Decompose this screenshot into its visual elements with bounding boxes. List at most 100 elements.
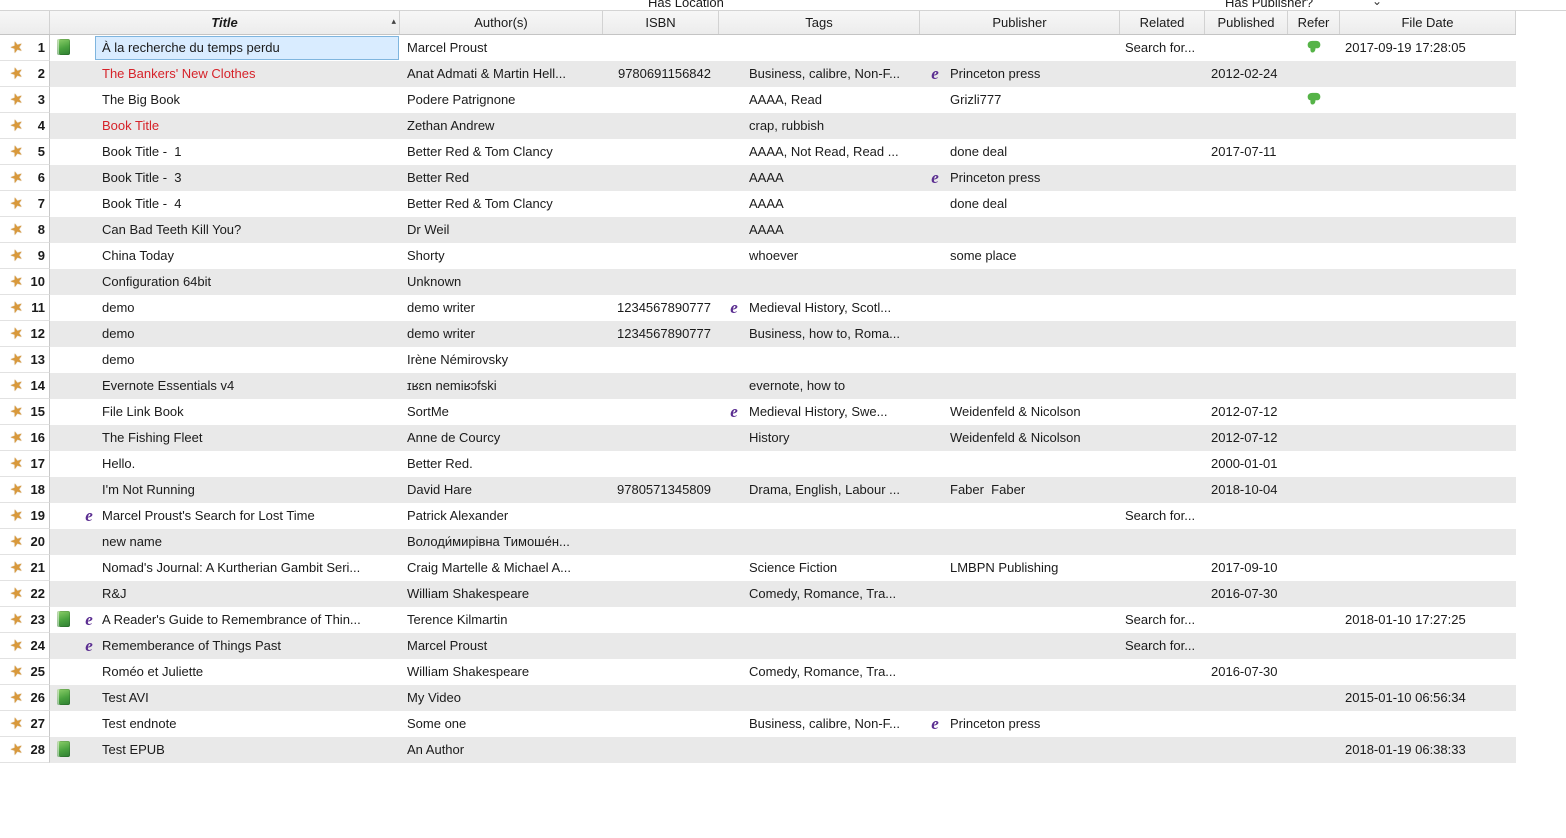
cell-refer[interactable] <box>1288 633 1340 659</box>
cell-tags[interactable]: AAAA, Not Read, Read ... <box>719 139 920 165</box>
cell-tags[interactable] <box>719 633 920 659</box>
cell-publisher[interactable]: Weidenfeld & Nicolson <box>920 399 1120 425</box>
cell-refer[interactable] <box>1288 607 1340 633</box>
cell-isbn[interactable] <box>603 659 719 685</box>
cell-file-date[interactable] <box>1340 165 1516 191</box>
cell-title[interactable]: Can Bad Teeth Kill You? <box>50 217 400 243</box>
cell-file-date[interactable] <box>1340 581 1516 607</box>
cell-publisher[interactable]: e Princeton press <box>920 165 1120 191</box>
table-row[interactable]: ★ 10 Configuration 64bit Unknown <box>0 269 1516 295</box>
cell-refer[interactable] <box>1288 61 1340 87</box>
cell-published[interactable] <box>1205 607 1288 633</box>
cell-related[interactable] <box>1120 373 1205 399</box>
cell-author[interactable]: Marcel Proust <box>400 633 603 659</box>
cell-tags[interactable]: Business, how to, Roma... <box>719 321 920 347</box>
cell-file-date[interactable] <box>1340 295 1516 321</box>
cell-title[interactable]: China Today <box>50 243 400 269</box>
table-row[interactable]: ★ 8 Can Bad Teeth Kill You? Dr Weil AAAA <box>0 217 1516 243</box>
column-header-publisher[interactable]: Publisher <box>920 11 1120 34</box>
cell-isbn[interactable] <box>603 581 719 607</box>
table-row[interactable]: ★ 11 demo demo writer 1234567890777 e Me… <box>0 295 1516 321</box>
cell-isbn[interactable]: 9780571345809 <box>603 477 719 503</box>
cell-published[interactable] <box>1205 243 1288 269</box>
cell-refer[interactable] <box>1288 529 1340 555</box>
cell-file-date[interactable] <box>1340 529 1516 555</box>
table-row[interactable]: ★ 12 demo demo writer 1234567890777 Busi… <box>0 321 1516 347</box>
cell-author[interactable]: Unknown <box>400 269 603 295</box>
cell-tags[interactable]: AAAA <box>719 217 920 243</box>
cell-publisher[interactable]: done deal <box>920 191 1120 217</box>
cell-tags[interactable] <box>719 607 920 633</box>
cell-isbn[interactable] <box>603 243 719 269</box>
row-header[interactable]: ★ 20 <box>0 529 50 555</box>
cell-tags[interactable]: Comedy, Romance, Tra... <box>719 581 920 607</box>
row-header[interactable]: ★ 9 <box>0 243 50 269</box>
cell-published[interactable] <box>1205 295 1288 321</box>
cell-published[interactable] <box>1205 113 1288 139</box>
cell-file-date[interactable] <box>1340 555 1516 581</box>
cell-author[interactable]: Craig Martelle & Michael A... <box>400 555 603 581</box>
cell-related[interactable]: Search for... <box>1120 503 1205 529</box>
column-header-title[interactable]: Title ▴ <box>50 11 400 34</box>
cell-refer[interactable] <box>1288 191 1340 217</box>
cell-publisher[interactable] <box>920 347 1120 373</box>
cell-author[interactable]: Better Red & Tom Clancy <box>400 191 603 217</box>
cell-publisher[interactable] <box>920 321 1120 347</box>
cell-refer[interactable] <box>1288 243 1340 269</box>
cell-published[interactable] <box>1205 217 1288 243</box>
table-row[interactable]: ★ 22 R&J William Shakespeare Comedy, Rom… <box>0 581 1516 607</box>
table-row[interactable]: ★ 24 e Rememberance of Things Past Marce… <box>0 633 1516 659</box>
cell-author[interactable]: An Author <box>400 737 603 763</box>
dropdown-chevron-icon[interactable]: ⌄ <box>1372 0 1382 8</box>
row-header[interactable]: ★ 2 <box>0 61 50 87</box>
cell-isbn[interactable] <box>603 165 719 191</box>
cell-author[interactable]: ɪʁɛn nemiʁɔfski <box>400 373 603 399</box>
row-header[interactable]: ★ 27 <box>0 711 50 737</box>
cell-related[interactable] <box>1120 425 1205 451</box>
cell-tags[interactable]: AAAA <box>719 165 920 191</box>
cell-author[interactable]: William Shakespeare <box>400 659 603 685</box>
cell-publisher[interactable] <box>920 35 1120 61</box>
cell-related[interactable]: Search for... <box>1120 35 1205 61</box>
filter-has-location[interactable]: Has Location <box>648 0 724 10</box>
cell-tags[interactable] <box>719 35 920 61</box>
cell-related[interactable] <box>1120 113 1205 139</box>
cell-publisher[interactable] <box>920 269 1120 295</box>
cell-refer[interactable] <box>1288 321 1340 347</box>
cell-published[interactable] <box>1205 35 1288 61</box>
cell-related[interactable] <box>1120 581 1205 607</box>
table-row[interactable]: ★ 28 Test EPUB An Author 2018-01-19 06:3… <box>0 737 1516 763</box>
cell-published[interactable] <box>1205 503 1288 529</box>
cell-publisher[interactable]: done deal <box>920 139 1120 165</box>
cell-isbn[interactable] <box>603 217 719 243</box>
table-row[interactable]: ★ 14 Evernote Essentials v4 ɪʁɛn nemiʁɔf… <box>0 373 1516 399</box>
cell-tags[interactable]: AAAA, Read <box>719 87 920 113</box>
cell-tags[interactable] <box>719 451 920 477</box>
cell-refer[interactable] <box>1288 347 1340 373</box>
cell-published[interactable] <box>1205 165 1288 191</box>
cell-tags[interactable] <box>719 737 920 763</box>
cell-tags[interactable]: evernote, how to <box>719 373 920 399</box>
cell-isbn[interactable] <box>603 529 719 555</box>
cell-refer[interactable] <box>1288 399 1340 425</box>
cell-file-date[interactable] <box>1340 269 1516 295</box>
cell-tags[interactable]: e Medieval History, Swe... <box>719 399 920 425</box>
cell-isbn[interactable]: 1234567890777 <box>603 295 719 321</box>
cell-file-date[interactable] <box>1340 399 1516 425</box>
row-header[interactable]: ★ 12 <box>0 321 50 347</box>
cell-related[interactable] <box>1120 685 1205 711</box>
row-header[interactable]: ★ 11 <box>0 295 50 321</box>
cell-tags[interactable]: Science Fiction <box>719 555 920 581</box>
cell-file-date[interactable] <box>1340 425 1516 451</box>
row-header[interactable]: ★ 23 <box>0 607 50 633</box>
cell-isbn[interactable] <box>603 503 719 529</box>
cell-author[interactable]: Anat Admati & Martin Hell... <box>400 61 603 87</box>
cell-file-date[interactable] <box>1340 139 1516 165</box>
cell-tags[interactable]: Business, calibre, Non-F... <box>719 711 920 737</box>
cell-title[interactable]: Book Title - 1 <box>50 139 400 165</box>
table-row[interactable]: ★ 21 Nomad's Journal: A Kurtherian Gambi… <box>0 555 1516 581</box>
cell-refer[interactable] <box>1288 35 1340 61</box>
cell-title[interactable]: Book Title <box>50 113 400 139</box>
cell-tags[interactable] <box>719 503 920 529</box>
cell-publisher[interactable] <box>920 529 1120 555</box>
